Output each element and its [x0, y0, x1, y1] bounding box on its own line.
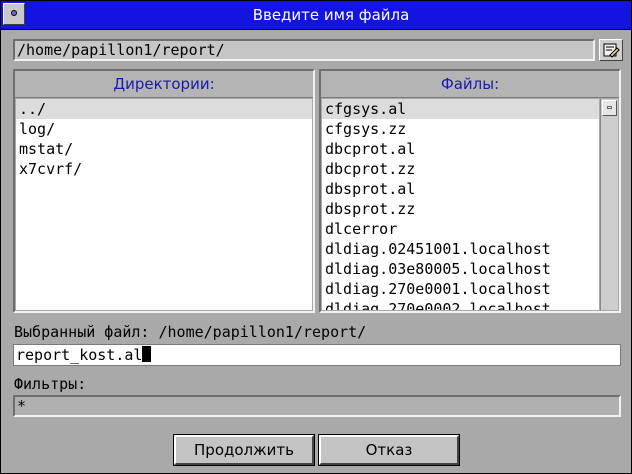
file-item[interactable]: dldiag.02451001.localhost: [322, 239, 599, 259]
directory-item[interactable]: ../: [16, 99, 312, 119]
files-panel: Файлы: cfgsys.al cfgsys.zz dbcprot.al db…: [319, 69, 621, 313]
path-field[interactable]: /home/papillon1/report/: [13, 39, 595, 61]
folder-edit-icon: [603, 43, 620, 58]
system-menu-button[interactable]: [3, 3, 25, 25]
file-item[interactable]: dbsprot.zz: [322, 199, 599, 219]
filters-label: Фильтры:: [14, 375, 87, 393]
selected-file-input[interactable]: report_kost.al: [13, 344, 621, 366]
file-item[interactable]: dbsprot.al: [322, 179, 599, 199]
files-header: Файлы:: [321, 71, 619, 98]
path-action-button[interactable]: [599, 39, 623, 61]
scroll-grip-icon: [607, 106, 612, 109]
directories-list[interactable]: ../ log/ mstat/ x7cvrf/: [16, 99, 312, 310]
continue-button[interactable]: Продолжить: [173, 434, 315, 466]
file-item[interactable]: dldiag.270e0001.localhost: [322, 279, 599, 299]
selected-file-value: report_kost.al: [16, 346, 143, 364]
files-scrollbar[interactable]: [600, 99, 618, 310]
file-item[interactable]: dldiag.270e0002.localhost: [322, 299, 599, 310]
file-dialog-window: Введите имя файла /home/papillon1/report…: [0, 0, 632, 474]
text-caret: [142, 346, 152, 362]
selected-file-label: Выбранный файл: /home/papillon1/report/: [14, 323, 367, 341]
window-title: Введите имя файла: [252, 6, 410, 24]
files-list[interactable]: cfgsys.al cfgsys.zz dbcprot.al dbcprot.z…: [322, 99, 599, 310]
file-item[interactable]: cfgsys.al: [322, 99, 599, 119]
directory-item[interactable]: mstat/: [16, 139, 312, 159]
file-item[interactable]: dldiag.03e80005.localhost: [322, 259, 599, 279]
file-item[interactable]: dlcerror: [322, 219, 599, 239]
title-bar[interactable]: Введите имя файла: [1, 1, 631, 30]
filters-field[interactable]: *: [13, 395, 621, 417]
scrollbar-thumb[interactable]: [602, 100, 617, 116]
directory-item[interactable]: x7cvrf/: [16, 159, 312, 179]
file-item[interactable]: cfgsys.zz: [322, 119, 599, 139]
directories-header: Директории:: [15, 71, 313, 98]
cancel-button[interactable]: Отказ: [318, 434, 460, 466]
system-menu-icon: [11, 10, 17, 16]
directories-panel: Директории: ../ log/ mstat/ x7cvrf/: [13, 69, 315, 313]
file-item[interactable]: dbcprot.zz: [322, 159, 599, 179]
file-item[interactable]: dbcprot.al: [322, 139, 599, 159]
directory-item[interactable]: log/: [16, 119, 312, 139]
